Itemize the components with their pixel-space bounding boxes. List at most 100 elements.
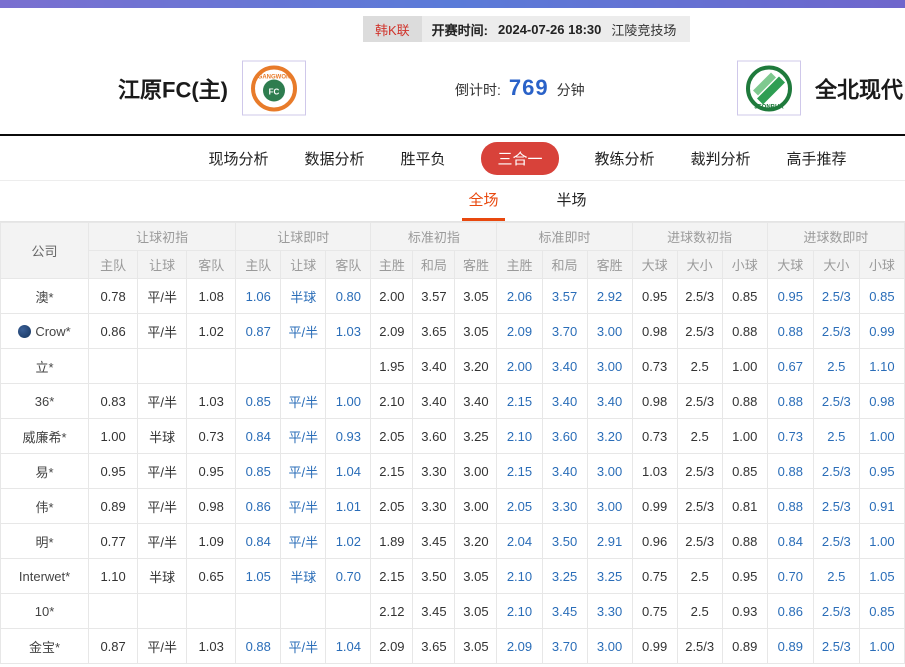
odds-cell[interactable]: 3.50 [413,559,455,594]
odds-cell[interactable]: 平/半 [138,454,187,489]
odds-cell[interactable]: 2.5/3 [677,524,722,559]
odds-cell[interactable] [326,594,371,629]
odds-cell[interactable]: 3.40 [542,384,587,419]
tab-full-time[interactable]: 全场 [462,189,504,221]
odds-cell[interactable]: 0.99 [632,629,677,664]
nav-item-1x2[interactable]: 胜平负 [400,148,445,169]
odds-cell[interactable]: 2.5/3 [813,594,859,629]
nav-item-data-analysis[interactable]: 数据分析 [304,148,364,169]
odds-cell[interactable]: 1.00 [859,419,904,454]
odds-cell[interactable]: 3.57 [413,279,455,314]
odds-cell[interactable]: 2.5 [677,594,722,629]
odds-cell[interactable]: 半球 [281,559,326,594]
odds-cell[interactable]: 0.84 [236,524,281,559]
odds-cell[interactable]: 0.95 [89,454,138,489]
odds-cell[interactable]: 2.5/3 [813,629,859,664]
odds-cell[interactable]: 平/半 [281,489,326,524]
odds-cell[interactable]: 0.73 [632,419,677,454]
odds-cell[interactable]: 半球 [281,279,326,314]
odds-cell[interactable]: 1.00 [722,419,767,454]
odds-cell[interactable]: 2.10 [497,594,542,629]
odds-cell[interactable]: 0.86 [236,489,281,524]
odds-cell[interactable]: 平/半 [281,454,326,489]
odds-cell[interactable]: 2.09 [371,314,413,349]
odds-cell[interactable]: 1.00 [326,384,371,419]
odds-cell[interactable]: 3.40 [587,384,632,419]
odds-cell[interactable]: 2.09 [497,629,542,664]
odds-cell[interactable]: 3.00 [587,629,632,664]
odds-cell[interactable]: 2.5/3 [677,489,722,524]
odds-cell[interactable]: 0.85 [236,384,281,419]
odds-cell[interactable]: 0.95 [767,279,813,314]
odds-cell[interactable]: 3.57 [542,279,587,314]
odds-cell[interactable]: 0.95 [632,279,677,314]
odds-cell[interactable]: 1.08 [187,279,236,314]
odds-cell[interactable]: 0.85 [859,279,904,314]
odds-cell[interactable]: 0.93 [326,419,371,454]
odds-cell[interactable]: 3.05 [455,594,497,629]
odds-cell[interactable]: 0.99 [859,314,904,349]
odds-cell[interactable]: 3.45 [413,594,455,629]
odds-cell[interactable]: 1.10 [89,559,138,594]
company-cell[interactable]: 金宝* [1,629,89,664]
odds-cell[interactable] [326,349,371,384]
odds-cell[interactable]: 2.04 [497,524,542,559]
odds-cell[interactable]: 0.81 [722,489,767,524]
odds-cell[interactable]: 平/半 [138,279,187,314]
odds-cell[interactable]: 1.04 [326,629,371,664]
odds-cell[interactable]: 1.04 [326,454,371,489]
odds-cell[interactable]: 1.95 [371,349,413,384]
odds-cell[interactable]: 0.73 [767,419,813,454]
odds-cell[interactable]: 3.05 [455,629,497,664]
odds-cell[interactable]: 2.05 [497,489,542,524]
odds-cell[interactable]: 1.00 [859,524,904,559]
odds-cell[interactable]: 0.89 [767,629,813,664]
odds-cell[interactable] [187,594,236,629]
odds-cell[interactable]: 1.03 [187,629,236,664]
odds-cell[interactable]: 平/半 [138,314,187,349]
odds-cell[interactable]: 3.70 [542,629,587,664]
odds-cell[interactable]: 0.93 [722,594,767,629]
odds-cell[interactable]: 1.09 [187,524,236,559]
odds-cell[interactable]: 0.99 [632,489,677,524]
odds-cell[interactable]: 0.75 [632,559,677,594]
odds-cell[interactable]: 2.5/3 [813,489,859,524]
odds-cell[interactable]: 0.98 [187,489,236,524]
odds-cell[interactable] [138,594,187,629]
odds-cell[interactable]: 0.95 [187,454,236,489]
odds-cell[interactable]: 3.65 [413,629,455,664]
odds-cell[interactable]: 平/半 [281,419,326,454]
odds-cell[interactable] [236,349,281,384]
nav-item-expert-picks[interactable]: 高手推荐 [787,148,847,169]
odds-cell[interactable]: 2.5/3 [813,454,859,489]
odds-cell[interactable]: 3.65 [413,314,455,349]
odds-cell[interactable]: 0.88 [767,314,813,349]
odds-cell[interactable]: 3.20 [455,349,497,384]
odds-cell[interactable]: 3.05 [455,559,497,594]
odds-cell[interactable]: 2.15 [371,454,413,489]
odds-cell[interactable]: 平/半 [138,524,187,559]
odds-cell[interactable]: 0.78 [89,279,138,314]
company-cell[interactable]: 10* [1,594,89,629]
odds-cell[interactable]: 1.06 [236,279,281,314]
odds-cell[interactable]: 1.00 [89,419,138,454]
odds-cell[interactable]: 0.86 [767,594,813,629]
odds-cell[interactable]: 3.60 [413,419,455,454]
odds-cell[interactable]: 0.83 [89,384,138,419]
odds-cell[interactable]: 0.80 [326,279,371,314]
odds-cell[interactable]: 平/半 [281,314,326,349]
odds-cell[interactable]: 1.05 [236,559,281,594]
odds-cell[interactable]: 2.5 [677,419,722,454]
odds-cell[interactable]: 0.85 [722,279,767,314]
odds-cell[interactable]: 0.65 [187,559,236,594]
odds-cell[interactable]: 3.40 [455,384,497,419]
odds-cell[interactable]: 1.05 [859,559,904,594]
odds-cell[interactable]: 3.60 [542,419,587,454]
odds-cell[interactable]: 2.5/3 [677,279,722,314]
odds-cell[interactable]: 半球 [138,419,187,454]
odds-cell[interactable]: 0.95 [859,454,904,489]
odds-cell[interactable]: 2.5/3 [813,314,859,349]
odds-cell[interactable]: 0.85 [236,454,281,489]
odds-cell[interactable]: 1.03 [326,314,371,349]
odds-cell[interactable]: 2.92 [587,279,632,314]
